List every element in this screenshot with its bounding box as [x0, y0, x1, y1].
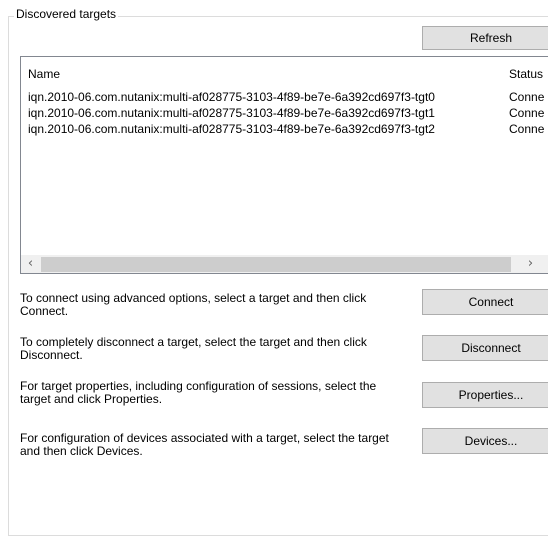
table-row[interactable]: iqn.2010-06.com.nutanix:multi-af028775-3… — [21, 105, 548, 121]
group-title: Discovered targets — [14, 6, 119, 22]
chevron-left-icon[interactable]: ‹ — [22, 256, 39, 273]
properties-button[interactable]: Properties... — [422, 382, 548, 408]
column-header-status[interactable]: Status — [509, 67, 543, 81]
column-header-name[interactable]: Name — [28, 67, 60, 81]
target-name: iqn.2010-06.com.nutanix:multi-af028775-3… — [28, 106, 435, 120]
target-name: iqn.2010-06.com.nutanix:multi-af028775-3… — [28, 122, 435, 136]
target-status: Conne — [509, 106, 545, 120]
scrollbar-thumb[interactable] — [41, 257, 511, 272]
table-row[interactable]: iqn.2010-06.com.nutanix:multi-af028775-3… — [21, 89, 548, 105]
target-name: iqn.2010-06.com.nutanix:multi-af028775-3… — [28, 90, 435, 104]
targets-list[interactable]: Name Status iqn.2010-06.com.nutanix:mult… — [20, 56, 548, 274]
target-status: Conne — [509, 122, 545, 136]
table-row[interactable]: iqn.2010-06.com.nutanix:multi-af028775-3… — [21, 121, 548, 137]
devices-instructions: For configuration of devices associated … — [20, 431, 389, 458]
connect-instructions: To connect using advanced options, selec… — [20, 291, 367, 318]
properties-instructions: For target properties, including configu… — [20, 379, 377, 406]
refresh-button[interactable]: Refresh — [422, 26, 548, 50]
horizontal-scrollbar[interactable]: ‹ › — [21, 255, 548, 273]
devices-button[interactable]: Devices... — [422, 428, 548, 454]
disconnect-button[interactable]: Disconnect — [422, 335, 548, 361]
list-rows: iqn.2010-06.com.nutanix:multi-af028775-3… — [21, 89, 548, 137]
target-status: Conne — [509, 90, 545, 104]
chevron-right-icon[interactable]: › — [522, 256, 539, 273]
disconnect-instructions: To completely disconnect a target, selec… — [20, 335, 367, 362]
list-header: Name Status — [21, 57, 548, 87]
connect-button[interactable]: Connect — [422, 289, 548, 315]
